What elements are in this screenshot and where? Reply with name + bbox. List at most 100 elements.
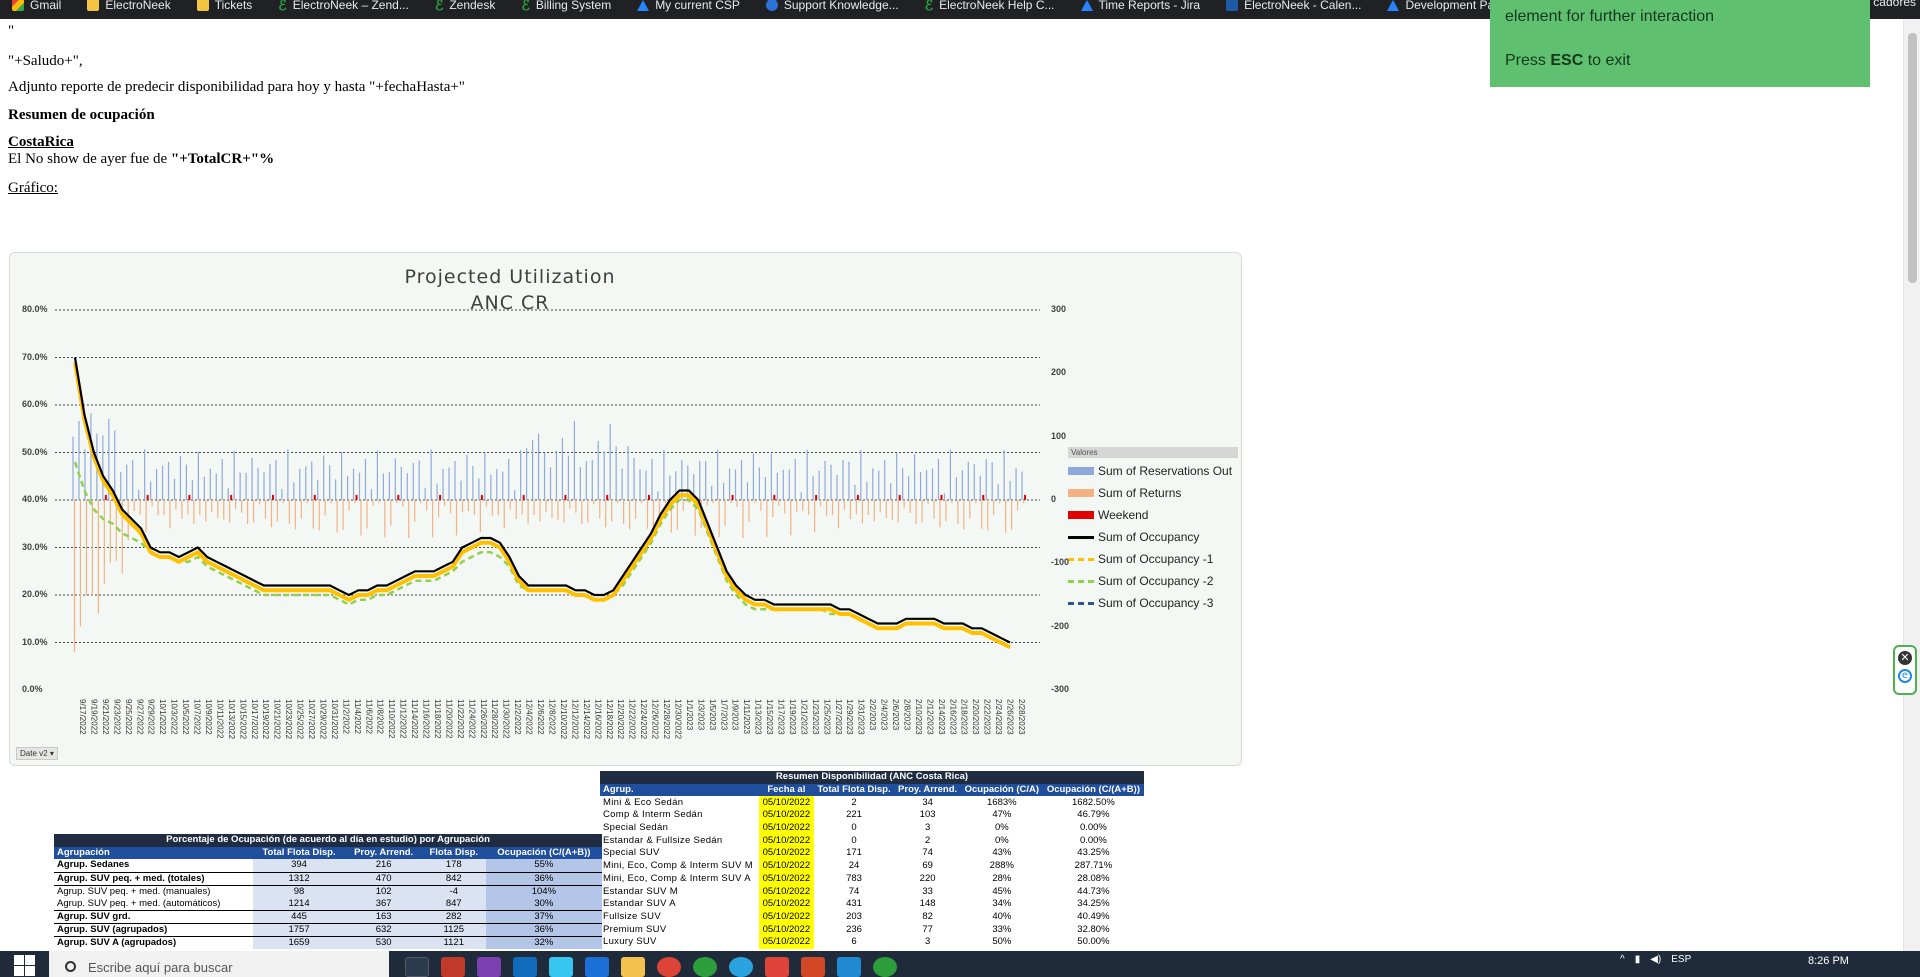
table-cell: 45% [992,885,1012,897]
tray-up-arrow-icon[interactable]: ^ [1620,954,1625,965]
x-tick-label: 11/2/2022 [341,699,350,735]
language-indicator[interactable]: ESP [1671,954,1691,965]
x-tick-label: 12/6/2022 [536,699,545,735]
table-cell: Agrup. SUV A (agrupados) [57,937,177,949]
table-cell: Mini & Eco Sedán [603,796,684,808]
taskbar-search-input[interactable]: Escribe aquí para buscar [49,951,389,977]
windows-start-icon[interactable] [14,955,36,977]
toast-key: ESC [1550,52,1584,69]
onenote-icon[interactable] [477,957,501,977]
powerpoint-icon[interactable] [801,957,825,977]
legend-item: Sum of Returns [1068,482,1238,504]
table-cell: 77 [922,923,933,935]
x-tick-label: 1/31/2023 [857,699,866,735]
bookmark-item[interactable]: My current CSP [625,0,754,15]
table-cell: Mini, Eco, Comp & Interm SUV M [603,860,753,872]
x-tick-label: 10/17/2022 [250,699,259,740]
x-tick-label: 1/7/2023 [719,699,728,731]
app-icon-2[interactable] [765,957,789,977]
table-cell: 05/10/2022 [759,847,814,860]
table-cell: Agrup. SUV (agrupados) [54,923,253,937]
bookmark-item[interactable]: Tickets [185,0,267,15]
table-row: Special Sedán 05/10/2022 0 3 0% 0.00% [600,821,1144,835]
bookmark-item[interactable]: ElectroNeek - Calen... [1214,0,1375,15]
x-tick-label: 12/26/2022 [651,699,660,740]
y-tick-label: 60.0% [22,399,48,409]
x-tick-label: 11/6/2022 [364,699,373,735]
close-icon[interactable]: ✕ [1898,651,1912,665]
electroneek-studio-icon[interactable] [873,957,897,977]
table-cell: 98 [252,885,346,898]
zendesk-icon: ℰ [521,0,530,13]
file-explorer-icon[interactable] [621,957,645,977]
scrollbar-thumb[interactable] [1908,33,1917,283]
table-cell: 171 [846,847,862,859]
toast-line: element for further interaction [1505,8,1714,25]
volume-icon[interactable]: ◀) [1650,954,1661,965]
table-cell: 0 [851,822,857,834]
x-tick-label: 11/28/2022 [490,699,499,739]
zoom-icon[interactable] [585,957,609,977]
electroneek-icon[interactable] [693,957,717,977]
bookmark-item[interactable]: ElectroNeek [75,0,184,15]
legend-swatch [1068,511,1094,519]
date-filter-button[interactable]: Date v2 ▾ [16,747,58,760]
vscode-icon[interactable] [837,957,861,977]
x-tick-label: 12/2/2022 [513,699,522,735]
table-cell: 1312 [252,872,346,886]
x-tick-label: 1/17/2023 [777,699,786,735]
zendesk-icon: ℰ [434,0,444,13]
y-tick-label: 20.0% [22,589,48,599]
table-cell: 28% [992,872,1012,884]
x-tick-label: 2/20/2023 [971,699,980,735]
bookmark-item[interactable]: Support Knowledge... [754,0,913,15]
x-tick-label: 1/9/2023 [731,699,740,731]
bookmark-item[interactable]: ℰ Zendesk [423,0,510,15]
legend-swatch [1068,535,1094,539]
network-icon[interactable]: ▮ [1635,954,1641,965]
bookmark-item[interactable]: Time Reports - Jira [1069,0,1215,15]
table-cell: 842 [421,872,486,886]
table-cell: 34 [922,796,933,808]
vertical-scrollbar[interactable] [1903,19,1920,951]
x-tick-label: 9/29/2022 [147,699,156,735]
bookmark-item[interactable]: ℰ ElectroNeek Help C... [913,0,1069,15]
jira-icon [637,0,650,11]
table-cell: 44.73% [1077,885,1110,897]
telegram-icon[interactable] [729,957,753,977]
table-cell: 203 [846,910,862,922]
app-icon[interactable] [441,957,465,977]
x-tick-label: 10/5/2022 [181,699,190,735]
task-view-icon[interactable] [405,957,429,977]
table-cell: 28.08% [1077,872,1110,884]
table-cell: 783 [846,872,862,884]
x-tick-label: 1/5/2023 [708,699,717,731]
x-tick-label: 11/18/2022 [433,699,442,739]
table-cell: 178 [421,859,486,873]
x-tick-label: 12/4/2022 [525,699,534,735]
outlook-icon[interactable] [513,957,537,977]
x-tick-label: 11/4/2022 [353,699,362,735]
bookmark-item[interactable]: ℰ ElectroNeek – Zend... [266,0,423,15]
y-tick-label: 0.0% [22,684,43,694]
extension-icon[interactable]: e [1898,669,1912,683]
table-cell: Special SUV [603,847,660,859]
chrome-icon[interactable] [657,957,681,977]
table-row: Mini & Eco Sedán 05/10/2022 2 34 1683% 1682.5… [600,796,1144,810]
column-header: Ocupación (C/(A+B)) [485,846,602,860]
table-cell: 1214 [252,897,346,911]
legend-item: Sum of Occupancy -3 [1068,592,1238,614]
zendesk-icon: ℰ [278,0,287,13]
bookmark-overflow[interactable]: cadores [1873,0,1916,9]
y-tick-label: 10.0% [22,636,48,647]
x-tick-label: 12/22/2022 [628,699,637,740]
table-cell: 05/10/2022 [759,935,814,949]
table-cell: 05/10/2022 [759,821,814,835]
legend-item: Sum of Occupancy -2 [1068,570,1238,592]
taskbar-clock[interactable]: 8:26 PM [1808,955,1849,967]
table-row: Estandar & Fullsize Sedán 05/10/2022 0 2 0% 0… [600,834,1144,848]
slack-icon[interactable] [549,957,573,977]
bookmark-item[interactable]: Gmail [0,0,75,15]
x-tick-label: 2/14/2023 [937,699,946,735]
bookmark-item[interactable]: ℰ Billing System [509,0,625,15]
